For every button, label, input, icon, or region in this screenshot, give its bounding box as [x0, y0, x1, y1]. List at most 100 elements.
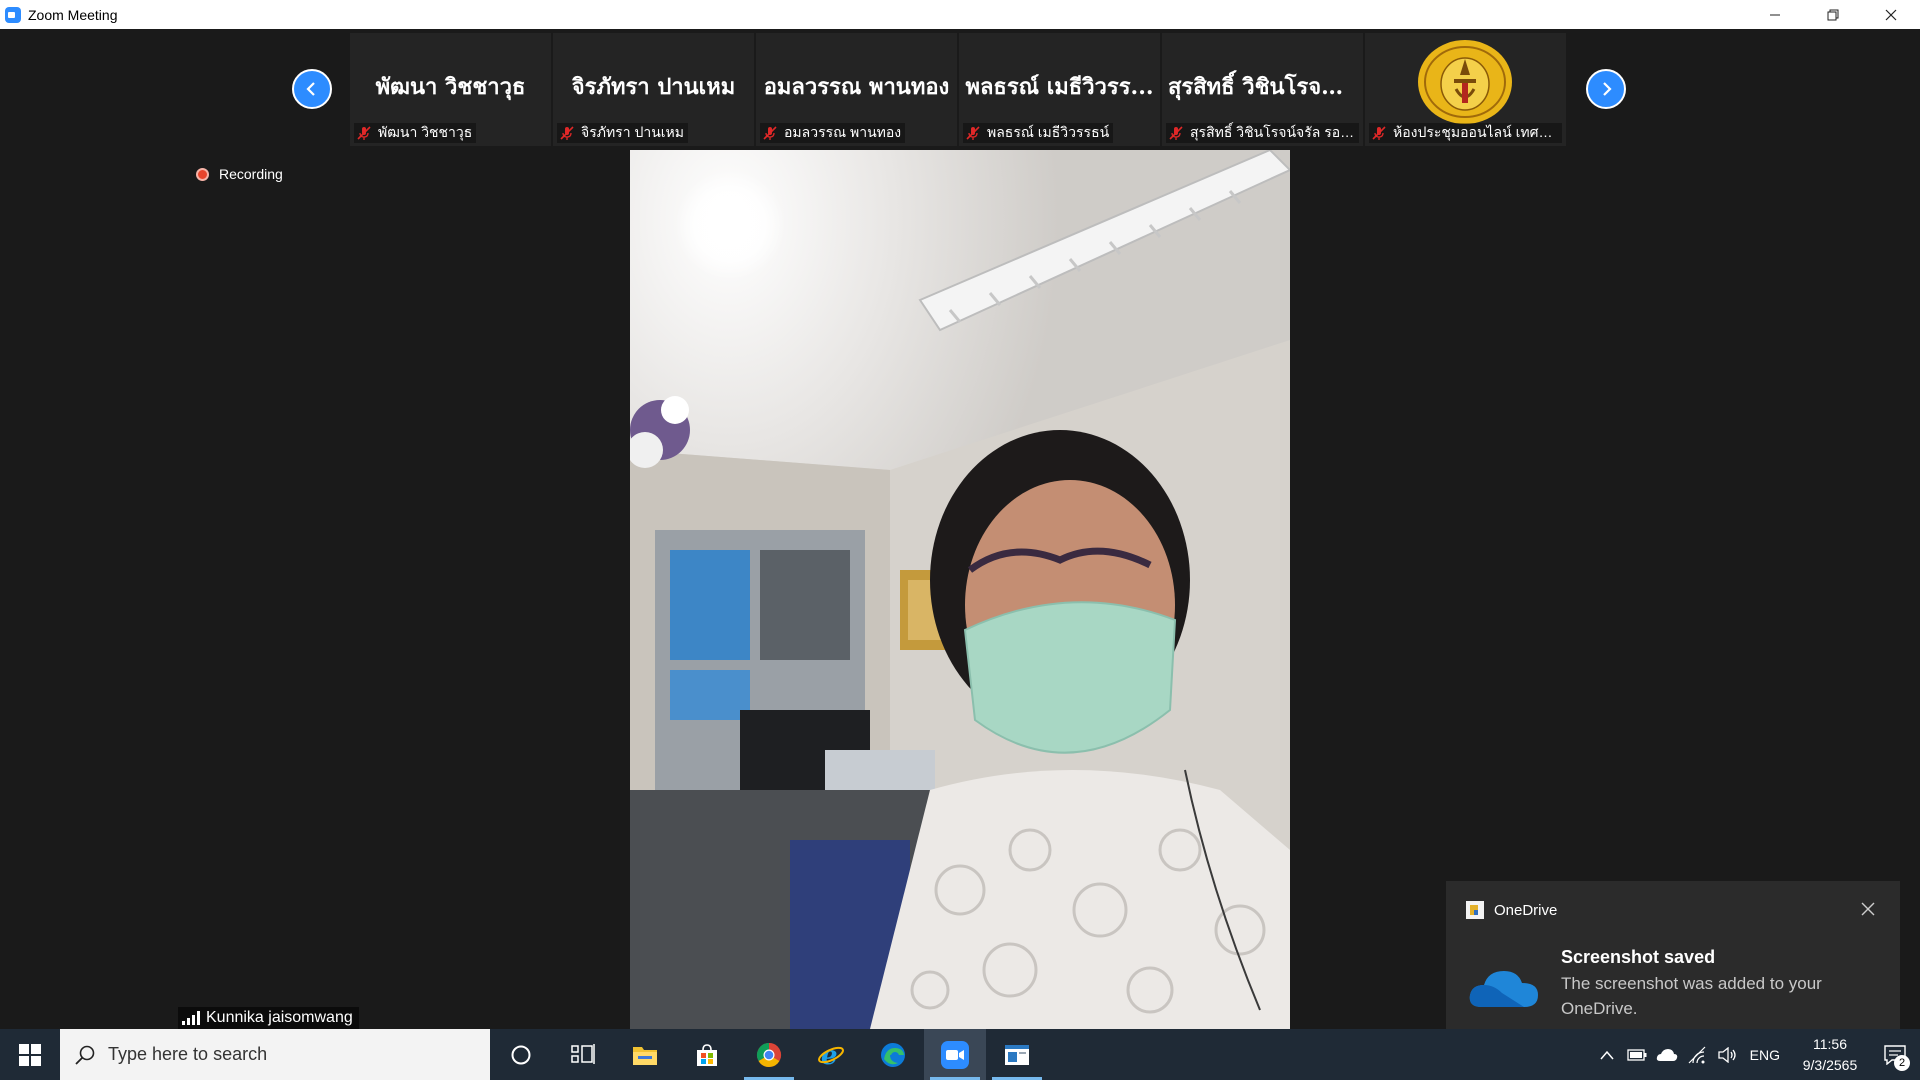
app-window-button[interactable] [986, 1029, 1048, 1080]
volume-button[interactable] [1712, 1029, 1742, 1080]
participant-tile[interactable]: จิรภัทรา ปานเหม จิรภัทรา ปานเหม [553, 33, 754, 146]
onedrive-tray-button[interactable] [1652, 1029, 1682, 1080]
taskbar-clock[interactable]: 11:56 9/3/2565 [1790, 1034, 1870, 1076]
gallery-next-button[interactable] [1586, 69, 1626, 109]
chevron-up-icon [1600, 1050, 1614, 1059]
task-view-icon [571, 1043, 595, 1064]
participant-label: สุรสิทธิ์ วิชินโรจน์จรัล รอง... [1166, 123, 1359, 143]
title-bar: Zoom Meeting [0, 0, 1920, 29]
onedrive-app-icon [1466, 901, 1484, 919]
system-tray: ENG 11:56 9/3/2565 2 [1592, 1029, 1920, 1080]
microsoft-store-icon [697, 1043, 717, 1066]
active-speaker-name: Kunnika jaisomwang [206, 1009, 353, 1026]
clock-time: 11:56 [1813, 1035, 1847, 1052]
task-view-button[interactable] [552, 1029, 614, 1080]
show-hidden-icons-button[interactable] [1592, 1029, 1622, 1080]
onedrive-cloud-icon [1469, 971, 1538, 1007]
chevron-left-icon [306, 82, 315, 96]
volume-icon [1718, 1046, 1736, 1063]
cortana-button[interactable] [490, 1029, 552, 1080]
participant-name: จิรภัทรา ปานเหม [581, 124, 685, 140]
notification-body: The screenshot was added to your OneDriv… [1561, 974, 1822, 1018]
mic-muted-icon [763, 126, 777, 140]
app-window-icon [1005, 1044, 1029, 1065]
participant-name: พลธรณ์ เมธีวิวรรธน์ [987, 124, 1110, 140]
participant-label: พลธรณ์ เมธีวิวรรธน์ [963, 123, 1114, 143]
municipality-seal-icon [1418, 40, 1512, 124]
notification-header: OneDrive [1466, 901, 1557, 919]
notification-title: Screenshot saved [1561, 947, 1716, 967]
minimize-icon [1770, 14, 1780, 15]
file-explorer-button[interactable] [614, 1029, 676, 1080]
active-speaker-video[interactable] [630, 150, 1290, 1029]
restore-icon [1827, 9, 1839, 20]
cortana-icon [511, 1045, 531, 1064]
minimize-button[interactable] [1746, 0, 1804, 29]
participant-tile[interactable]: สุรสิทธิ์ วิชินโรจน์... สุรสิทธิ์ วิชินโ… [1162, 33, 1363, 146]
participant-tile[interactable]: พัฒนา วิชชาวุธ พัฒนา วิชชาวุธ [350, 33, 551, 146]
mic-muted-icon [560, 126, 574, 140]
participant-big-name: พัฒนา วิชชาวุธ [375, 74, 526, 100]
taskbar-search-box[interactable] [60, 1029, 490, 1080]
mic-muted-icon [966, 126, 980, 140]
participant-name: อมลวรรณ พานทอง [784, 124, 902, 140]
participant-tile[interactable]: อมลวรรณ พานทอง อมลวรรณ พานทอง [756, 33, 957, 146]
recording-dot-icon [196, 167, 209, 181]
participant-tile[interactable]: พลธรณ์ เมธีวิวรร... พลธรณ์ เมธีวิวรรธน์ [959, 33, 1160, 146]
participant-name: ห้องประชุมออนไลน์ เทศบา... [1393, 124, 1558, 140]
zoom-app-icon [5, 6, 21, 23]
onedrive-tray-icon [1656, 1048, 1677, 1061]
windows-taskbar: e [0, 1029, 1920, 1080]
chrome-icon [756, 1042, 782, 1067]
mic-muted-icon [357, 126, 371, 140]
zoom-taskbar-button[interactable] [924, 1029, 986, 1080]
participant-big-name: พลธรณ์ เมธีวิวรร... [965, 74, 1154, 100]
participant-label: พัฒนา วิชชาวุธ [354, 123, 477, 143]
close-icon[interactable] [1860, 901, 1876, 917]
onedrive-notification[interactable]: OneDrive Screenshot saved The screenshot… [1446, 881, 1900, 1044]
internet-explorer-button[interactable]: e [800, 1029, 862, 1080]
search-input[interactable] [108, 1044, 468, 1065]
notification-count-badge: 2 [1894, 1055, 1910, 1071]
participant-name: สุรสิทธิ์ วิชินโรจน์จรัล รอง... [1190, 124, 1355, 140]
participant-label: ห้องประชุมออนไลน์ เทศบา... [1369, 123, 1562, 143]
video-feed-image [630, 150, 1290, 1029]
window-controls [1746, 0, 1920, 29]
mic-muted-icon [1169, 126, 1183, 140]
active-speaker-label: Kunnika jaisomwang [178, 1007, 359, 1029]
file-explorer-icon [633, 1046, 657, 1065]
participant-label: จิรภัทรา ปานเหม [557, 123, 689, 143]
wifi-icon [1688, 1046, 1706, 1063]
input-language-indicator[interactable]: ENG [1750, 1047, 1780, 1063]
edge-button[interactable] [862, 1029, 924, 1080]
start-button[interactable] [0, 1029, 60, 1080]
edge-icon [881, 1042, 905, 1067]
close-button[interactable] [1862, 0, 1920, 29]
svg-text:e: e [821, 1042, 838, 1068]
zoom-icon [941, 1040, 969, 1069]
recording-indicator[interactable]: Recording [196, 166, 283, 182]
participant-tile[interactable]: ห้องประชุมออนไลน์ เทศบา... [1365, 33, 1566, 146]
network-button[interactable] [1682, 1029, 1712, 1080]
chrome-button[interactable] [738, 1029, 800, 1080]
recording-label: Recording [219, 166, 283, 182]
participant-name: พัฒนา วิชชาวุธ [378, 124, 473, 140]
chevron-right-icon [1603, 82, 1612, 96]
battery-icon [1627, 1048, 1647, 1061]
window-title: Zoom Meeting [28, 6, 118, 23]
gallery-strip: พัฒนา วิชชาวุธ พัฒนา วิชชาวุธ จิรภัทรา ป… [350, 33, 1566, 146]
restore-button[interactable] [1804, 0, 1862, 29]
gallery-prev-button[interactable] [292, 69, 332, 109]
battery-button[interactable] [1622, 1029, 1652, 1080]
participant-big-name: สุรสิทธิ์ วิชินโรจน์... [1168, 74, 1360, 100]
mic-muted-icon [1372, 126, 1386, 140]
notification-app-name: OneDrive [1494, 901, 1558, 919]
action-center-button[interactable]: 2 [1870, 1029, 1920, 1080]
signal-strength-icon [182, 1011, 200, 1025]
participant-label: อมลวรรณ พานทอง [760, 123, 906, 143]
participant-big-name: จิรภัทรา ปานเหม [571, 74, 736, 100]
participant-big-name: อมลวรรณ พานทอง [763, 74, 950, 100]
search-icon [75, 1045, 95, 1065]
close-icon [1885, 9, 1897, 20]
microsoft-store-button[interactable] [676, 1029, 738, 1080]
